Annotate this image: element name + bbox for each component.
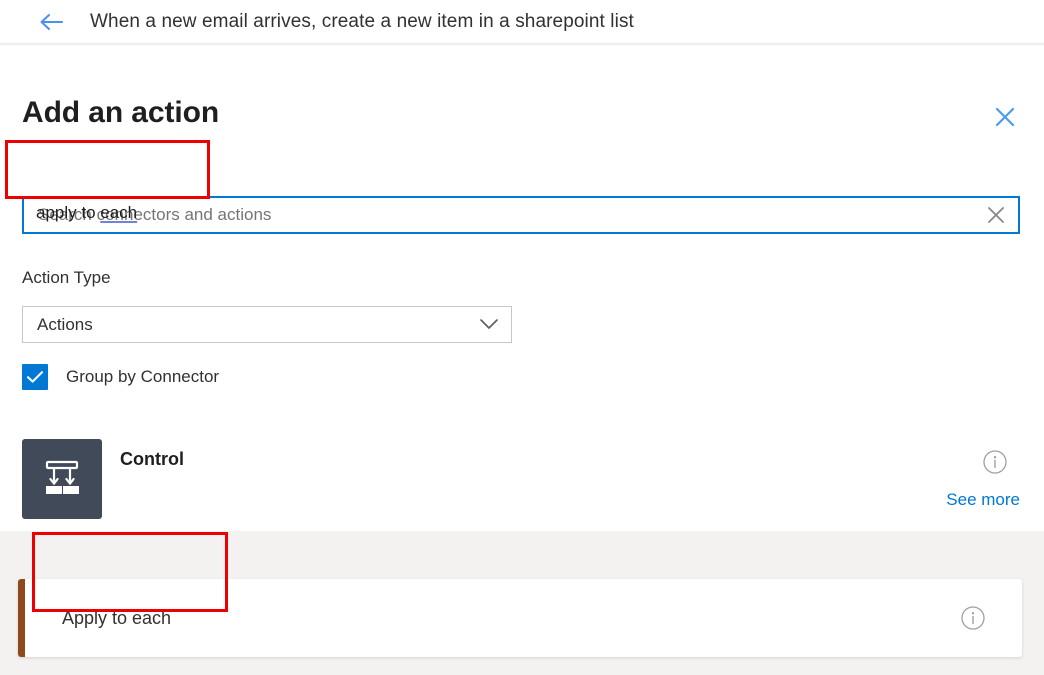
group-by-connector-row[interactable]: Group by Connector: [22, 364, 219, 390]
action-type-label: Action Type: [22, 268, 111, 287]
page-title: Add an action: [22, 96, 220, 129]
action-type-value: Actions: [37, 314, 93, 334]
connector-name: Control: [120, 449, 184, 469]
close-icon[interactable]: [990, 102, 1020, 132]
search-box[interactable]: [22, 196, 1020, 234]
connector-group-control: Control See more: [0, 429, 1044, 522]
checkmark-icon: [26, 371, 44, 383]
group-by-connector-checkbox[interactable]: [22, 364, 48, 390]
add-action-panel: Add an action apply to each Action Type …: [0, 46, 1044, 675]
flow-title: When a new email arrives, create a new i…: [90, 10, 634, 32]
result-accent-bar: [18, 579, 25, 657]
back-arrow-icon[interactable]: [34, 5, 68, 39]
info-icon[interactable]: [960, 605, 986, 631]
see-more-link[interactable]: See more: [946, 490, 1020, 510]
search-input[interactable]: [24, 198, 974, 232]
panel-title-row: Add an action: [0, 96, 1044, 142]
results-area: Apply to each: [0, 531, 1044, 675]
list-item[interactable]: Apply to each: [18, 579, 1022, 657]
flow-header: When a new email arrives, create a new i…: [0, 0, 1044, 43]
info-icon[interactable]: [982, 449, 1008, 475]
result-label: Apply to each: [62, 607, 172, 628]
action-type-dropdown[interactable]: Actions: [22, 306, 512, 343]
group-by-connector-label: Group by Connector: [66, 367, 220, 386]
control-flow-icon: [22, 439, 102, 519]
clear-x-icon[interactable]: [974, 198, 1018, 232]
chevron-down-icon: [467, 307, 511, 342]
